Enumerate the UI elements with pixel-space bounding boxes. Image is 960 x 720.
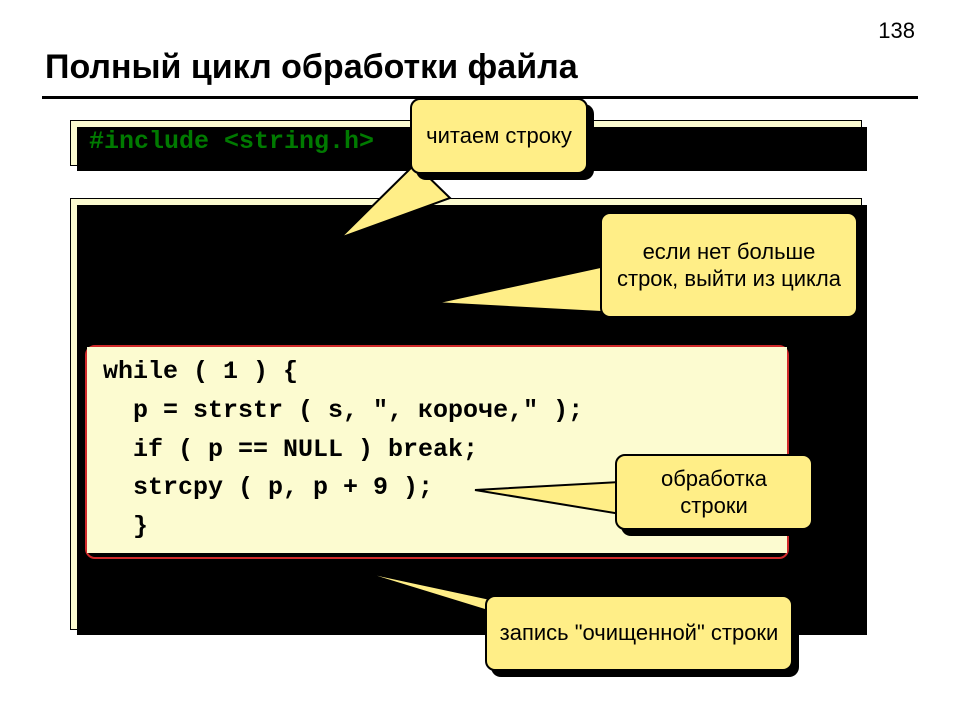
callout-no-more-lines: если нет больше строк, выйти из цикла <box>600 212 858 318</box>
callout-text: запись "очищенной" строки <box>485 595 793 671</box>
callout-text: обработка строки <box>615 454 813 530</box>
callout-text: если нет больше строк, выйти из цикла <box>600 212 858 318</box>
callout-write-cleaned: запись "очищенной" строки <box>485 595 793 671</box>
slide-title: Полный цикл обработки файла <box>45 48 578 87</box>
callout-read-line: читаем строку <box>410 98 588 174</box>
page-number: 138 <box>878 18 915 44</box>
callout-process-line: обработка строки <box>615 454 813 530</box>
callout-text: читаем строку <box>410 98 588 174</box>
